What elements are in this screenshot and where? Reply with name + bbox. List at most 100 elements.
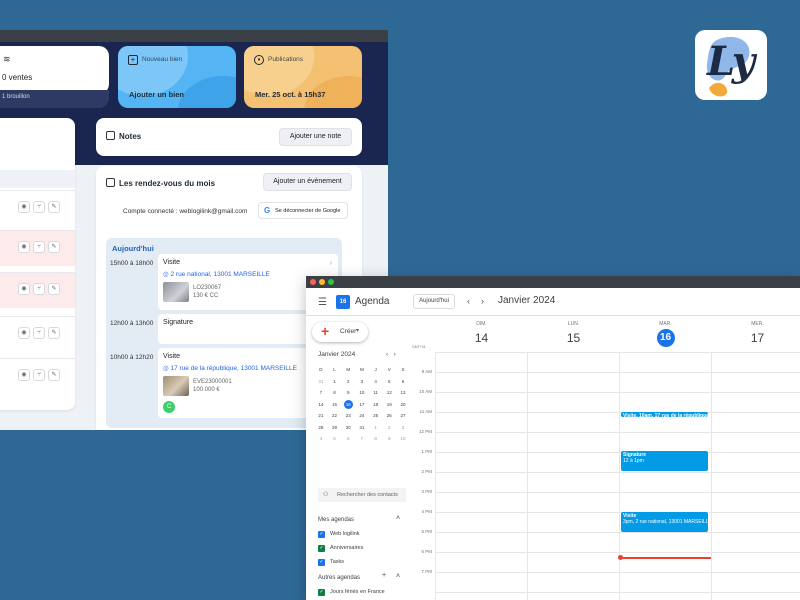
mini-day[interactable]: 5	[328, 433, 342, 445]
mini-day[interactable]: 11	[369, 387, 383, 399]
weekday-label: LUN.	[567, 321, 580, 327]
mini-day[interactable]: 31	[314, 376, 328, 388]
mini-day[interactable]: 1	[328, 376, 342, 388]
eye-icon[interactable]: ◉	[18, 327, 30, 339]
calendar-event[interactable]: Visite, 10am, 17 rue de la république, 1…	[621, 412, 708, 417]
mini-day[interactable]: 3	[355, 376, 369, 388]
close-dot-icon[interactable]	[310, 279, 316, 285]
mini-nav-arrows[interactable]: ‹ ›	[386, 351, 396, 358]
mini-day[interactable]: 23	[341, 410, 355, 422]
mini-day[interactable]: 12	[382, 387, 396, 399]
search-contacts-input[interactable]: ⚇ Rechercher des contacts	[318, 488, 406, 502]
mini-day[interactable]: 4	[369, 376, 383, 388]
day-number[interactable]: 14	[436, 331, 527, 345]
add-calendar-icon[interactable]: +	[382, 572, 386, 579]
google-logout-button[interactable]: G Se déconnecter de Google	[258, 202, 348, 219]
list-item[interactable]: ◉ ⑂ ✎	[0, 190, 75, 226]
mini-day[interactable]: 5	[382, 376, 396, 388]
day-column-header[interactable]: MER. 17	[712, 316, 800, 352]
minimize-dot-icon[interactable]	[319, 279, 325, 285]
nouveau-bien-card[interactable]: + Nouveau bien Ajouter un bien	[118, 46, 236, 108]
add-event-button[interactable]: Ajouter un évènement	[263, 173, 352, 191]
mini-day[interactable]: 1	[369, 422, 383, 434]
mini-day[interactable]: 4	[314, 433, 328, 445]
mini-day[interactable]: 28	[314, 422, 328, 434]
day-number[interactable]: 16	[656, 329, 675, 347]
list-item[interactable]: ◉ ⑂ ✎	[0, 358, 75, 394]
day-number[interactable]: 15	[528, 331, 619, 345]
eye-icon[interactable]: ◉	[18, 201, 30, 213]
share-icon[interactable]: ⑂	[33, 241, 45, 253]
mini-day[interactable]: 9	[341, 387, 355, 399]
mini-day[interactable]: 10	[396, 433, 410, 445]
column-divider	[711, 352, 712, 600]
mini-day[interactable]: 8	[328, 387, 342, 399]
appointment-address: ◎ 2 rue national, 13001 MARSEILLE	[163, 271, 270, 278]
day-column-header[interactable]: DIM. 14	[436, 316, 527, 352]
calendar-event[interactable]: Visite 3pm, 2 rue national, 13001 MARSEIL…	[621, 512, 708, 532]
next-week-icon[interactable]: ›	[481, 296, 484, 306]
day-number[interactable]: 17	[712, 331, 800, 345]
mini-day[interactable]: 25	[369, 410, 383, 422]
share-icon[interactable]: ⑂	[33, 283, 45, 295]
mini-day[interactable]: 29	[328, 422, 342, 434]
mini-day[interactable]: 14	[314, 399, 328, 411]
chevron-up-icon[interactable]: ˄	[396, 573, 400, 580]
list-item[interactable]: ◉ ⑂ ✎	[0, 316, 75, 352]
mini-day[interactable]: 6	[341, 433, 355, 445]
eye-icon[interactable]: ◉	[18, 369, 30, 381]
edit-icon[interactable]: ✎	[48, 283, 60, 295]
share-icon[interactable]: ⑂	[33, 327, 45, 339]
mini-day[interactable]: 2	[341, 376, 355, 388]
checkbox-icon[interactable]: ✓	[318, 559, 325, 566]
share-icon[interactable]: ⑂	[33, 201, 45, 213]
mini-day[interactable]: 10	[355, 387, 369, 399]
mini-day[interactable]: 24	[355, 410, 369, 422]
hour-gridline	[436, 592, 800, 593]
mini-day[interactable]: 30	[341, 422, 355, 434]
eye-icon[interactable]: ◉	[18, 283, 30, 295]
day-column-header[interactable]: LUN. 15	[528, 316, 619, 352]
hour-gridline	[436, 392, 800, 393]
checkbox-icon[interactable]: ✓	[318, 531, 325, 538]
edit-icon[interactable]: ✎	[48, 327, 60, 339]
mini-day[interactable]: 9	[382, 433, 396, 445]
mini-day[interactable]: 7	[355, 433, 369, 445]
ventes-card[interactable]: ≋ 0 ventes	[0, 46, 109, 94]
mini-day[interactable]: 26	[382, 410, 396, 422]
create-button[interactable]: + Créer ▾	[312, 322, 368, 342]
mini-day[interactable]: 21	[314, 410, 328, 422]
mini-day[interactable]: 2	[382, 422, 396, 434]
calendar-event[interactable]: Signature 12 à 1pm	[621, 451, 708, 471]
list-item[interactable]: ◉ ⑂ ✎	[0, 272, 75, 308]
edit-icon[interactable]: ✎	[48, 369, 60, 381]
menu-icon[interactable]: ☰	[318, 297, 327, 308]
list-header	[0, 170, 75, 188]
checkbox-icon[interactable]: ✓	[318, 545, 325, 552]
mini-day[interactable]: 16	[343, 399, 353, 409]
mini-day[interactable]: 19	[382, 399, 396, 411]
publications-card[interactable]: • Publications Mer. 25 oct. à 15h37	[244, 46, 362, 108]
mini-day[interactable]: 15	[328, 399, 342, 411]
share-icon[interactable]: ⑂	[33, 369, 45, 381]
mini-day[interactable]: 22	[328, 410, 342, 422]
prev-week-icon[interactable]: ‹	[467, 296, 470, 306]
mini-day[interactable]: 7	[314, 387, 328, 399]
list-item[interactable]: ◉ ⑂ ✎	[0, 230, 75, 266]
edit-icon[interactable]: ✎	[48, 241, 60, 253]
chevron-up-icon[interactable]: ˄	[396, 515, 400, 522]
maximize-dot-icon[interactable]	[328, 279, 334, 285]
connected-account: Compte connecté : weblogilink@gmail.com	[123, 208, 248, 215]
mini-day[interactable]: 6	[396, 376, 410, 388]
edit-icon[interactable]: ✎	[48, 201, 60, 213]
window-titlebar	[0, 30, 388, 42]
mini-day[interactable]: 18	[369, 399, 383, 411]
today-button[interactable]: Aujourd'hui	[413, 294, 455, 309]
mini-day[interactable]: 8	[369, 433, 383, 445]
checkbox-icon[interactable]: ✓	[318, 589, 325, 596]
mini-day[interactable]: 31	[355, 422, 369, 434]
eye-icon[interactable]: ◉	[18, 241, 30, 253]
day-column-header[interactable]: MAR. 16	[620, 316, 711, 352]
mini-day[interactable]: 17	[355, 399, 369, 411]
add-note-button[interactable]: Ajouter une note	[279, 128, 352, 146]
